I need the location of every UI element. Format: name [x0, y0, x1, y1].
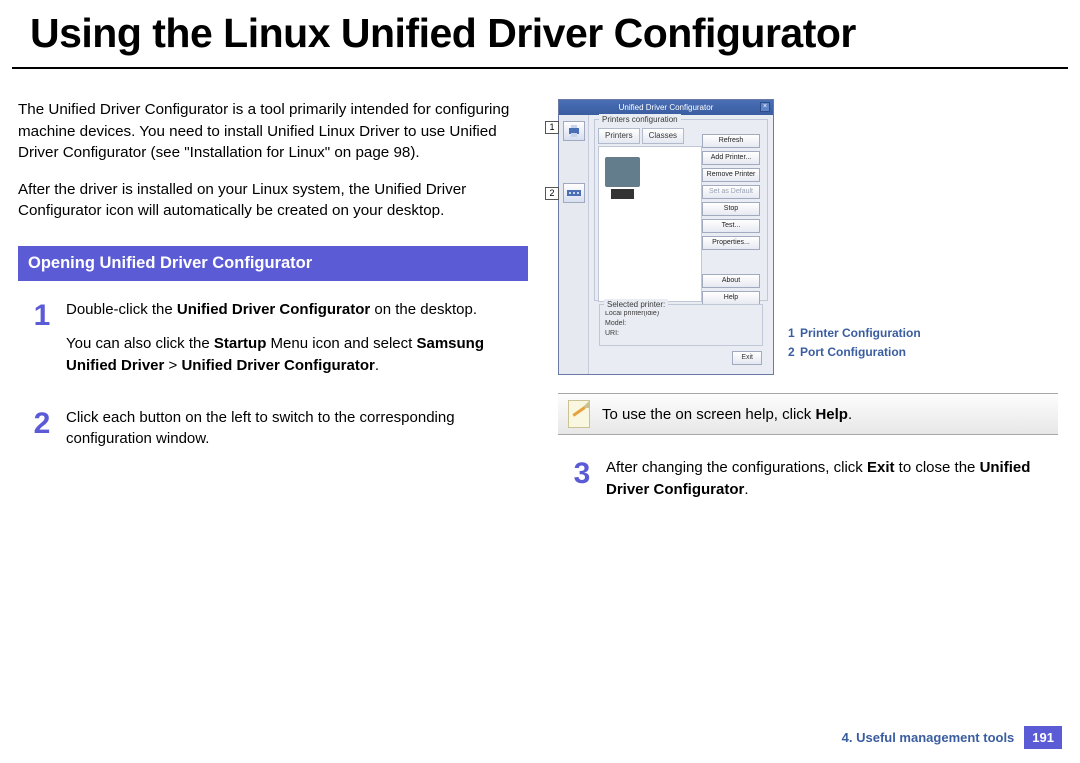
selected-printer-line2: Model:: [605, 319, 757, 329]
tab-classes: Classes: [642, 128, 684, 143]
note-text: To use the on screen help, click Help.: [602, 404, 852, 425]
footer-chapter: 4. Useful management tools: [842, 730, 1015, 745]
page-title: Using the Linux Unified Driver Configura…: [12, 0, 1068, 69]
step-2-text: Click each button on the left to switch …: [66, 407, 528, 451]
btn-properties: Properties...: [702, 236, 760, 250]
callout-1: 1: [545, 121, 559, 134]
step-3: 3 After changing the configurations, cli…: [558, 457, 1058, 513]
callout-2: 2: [545, 187, 559, 200]
selected-printer-line3: URI:: [605, 329, 757, 339]
page-footer: 4. Useful management tools 191: [842, 726, 1062, 749]
printer-thumbnail: [605, 157, 640, 187]
btn-about: About: [702, 274, 760, 288]
step-1-line-2: You can also click the Startup Menu icon…: [66, 333, 528, 377]
section-heading: Opening Unified Driver Configurator: [18, 246, 528, 281]
fieldset-legend: Printers configuration: [599, 114, 681, 125]
step-2: 2 Click each button on the left to switc…: [18, 407, 528, 463]
printer-icon: [563, 121, 585, 141]
intro-paragraph-1: The Unified Driver Configurator is a too…: [18, 99, 528, 164]
step-number: 1: [18, 299, 66, 331]
note-icon: [568, 400, 590, 428]
btn-set-default: Set as Default: [702, 185, 760, 199]
btn-add-printer: Add Printer...: [702, 151, 760, 165]
close-icon: ×: [760, 102, 770, 112]
intro-paragraph-2: After the driver is installed on your Li…: [18, 179, 528, 222]
callout-legend: 1Printer Configuration 2Port Configurati…: [788, 324, 921, 361]
step-1-line-1: Double-click the Unified Driver Configur…: [66, 299, 528, 321]
printer-name-label: [611, 189, 634, 199]
step-number: 2: [18, 407, 66, 439]
btn-test: Test...: [702, 219, 760, 233]
screenshot-titlebar: Unified Driver Configurator ×: [559, 100, 773, 115]
screenshot-window: Unified Driver Configurator × 1 2: [558, 99, 774, 375]
tab-printers: Printers: [598, 128, 640, 143]
btn-help: Help: [702, 291, 760, 305]
step-3-text: After changing the configurations, click…: [606, 457, 1058, 501]
step-1: 1 Double-click the Unified Driver Config…: [18, 299, 528, 388]
btn-exit: Exit: [732, 351, 762, 365]
note-box: To use the on screen help, click Help.: [558, 393, 1058, 435]
btn-refresh: Refresh: [702, 134, 760, 148]
btn-remove-printer: Remove Printer: [702, 168, 760, 182]
step-number: 3: [558, 457, 606, 489]
selected-printer-legend: Selected printer:: [604, 299, 668, 310]
port-icon: [563, 183, 585, 203]
selected-printer-line1: Local printer(idle): [605, 309, 757, 319]
btn-stop: Stop: [702, 202, 760, 216]
footer-page-number: 191: [1024, 726, 1062, 749]
